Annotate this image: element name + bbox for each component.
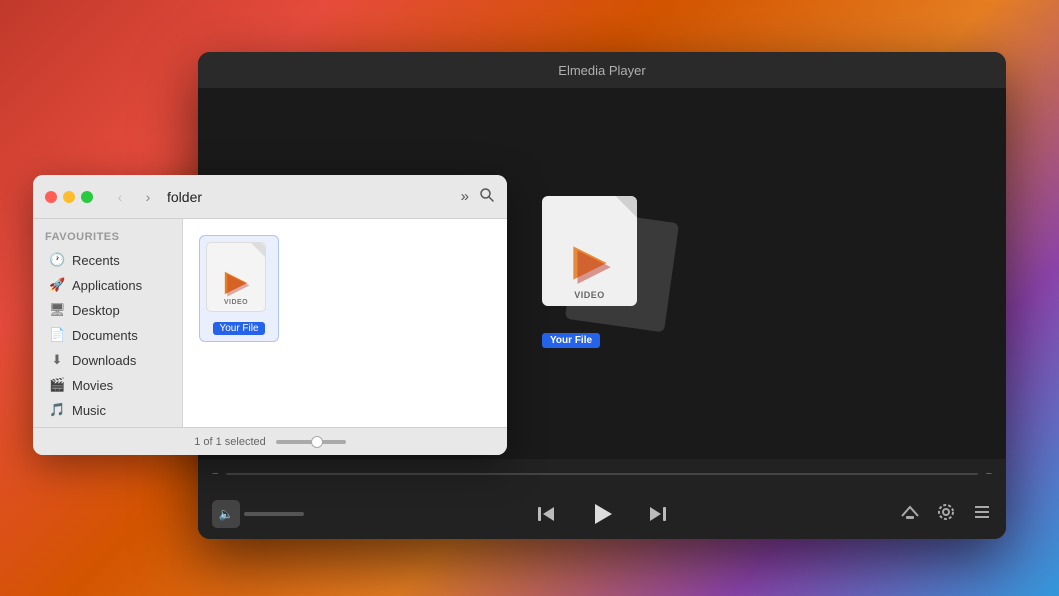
player-title: Elmedia Player bbox=[558, 63, 645, 78]
finder-titlebar: ‹ › folder » bbox=[33, 175, 507, 219]
play-icon bbox=[588, 500, 616, 528]
minimize-button[interactable] bbox=[63, 191, 75, 203]
gear-icon bbox=[936, 502, 956, 522]
finder-actions: » bbox=[461, 187, 495, 207]
file-item[interactable]: VIDEO Your File bbox=[199, 235, 279, 342]
volume-icon: 🔈 bbox=[219, 507, 234, 521]
sidebar-label-documents: Documents bbox=[72, 328, 138, 343]
center-controls bbox=[304, 498, 900, 530]
recents-icon: 🕐 bbox=[49, 252, 65, 268]
player-controls: − − 🔈 bbox=[198, 459, 1006, 539]
sidebar-label-recents: Recents bbox=[72, 253, 120, 268]
play-button[interactable] bbox=[586, 498, 618, 530]
maximize-button[interactable] bbox=[81, 191, 93, 203]
traffic-lights bbox=[45, 191, 93, 203]
search-icon bbox=[479, 187, 495, 203]
player-file-label: Your File bbox=[542, 333, 600, 348]
finder-statusbar: 1 of 1 selected bbox=[33, 427, 507, 455]
player-titlebar: Elmedia Player bbox=[198, 52, 1006, 88]
skip-forward-icon bbox=[647, 503, 669, 525]
finder-path: folder bbox=[167, 189, 202, 205]
sidebar-label-desktop: Desktop bbox=[72, 303, 120, 318]
applications-icon: 🚀 bbox=[49, 277, 65, 293]
sidebar-label-downloads: Downloads bbox=[72, 353, 136, 368]
volume-button[interactable]: 🔈 bbox=[212, 500, 240, 528]
desktop-icon: 🖥 bbox=[49, 302, 65, 318]
sidebar-item-music[interactable]: 🎵 Music bbox=[37, 398, 178, 422]
downloads-icon: ⬇ bbox=[49, 352, 65, 368]
finder-body: Favourites 🕐 Recents 🚀 Applications 🖥 De… bbox=[33, 219, 507, 427]
sidebar-item-desktop[interactable]: 🖥 Desktop bbox=[37, 298, 178, 322]
playlist-icon bbox=[972, 502, 992, 522]
documents-icon: 📄 bbox=[49, 327, 65, 343]
progress-track[interactable] bbox=[226, 473, 977, 475]
elmedia-small-logo-icon bbox=[220, 267, 252, 299]
forward-button[interactable]: › bbox=[137, 186, 159, 208]
sidebar-item-applications[interactable]: 🚀 Applications bbox=[37, 273, 178, 297]
file-area: VIDEO Your File bbox=[183, 219, 507, 427]
file-icon-large: VIDEO Your File bbox=[542, 196, 662, 326]
music-icon: 🎵 bbox=[49, 402, 65, 418]
player-file-icon: VIDEO Your File bbox=[542, 196, 662, 326]
file-fold-corner bbox=[251, 243, 265, 257]
file-type-label: VIDEO bbox=[574, 290, 605, 300]
right-controls bbox=[900, 502, 992, 527]
airplay-icon bbox=[900, 502, 920, 522]
close-button[interactable] bbox=[45, 191, 57, 203]
file-corner bbox=[615, 196, 637, 218]
size-slider-thumb bbox=[311, 436, 323, 448]
sidebar-item-downloads[interactable]: ⬇ Downloads bbox=[37, 348, 178, 372]
sidebar-item-documents[interactable]: 📄 Documents bbox=[37, 323, 178, 347]
finder-window: ‹ › folder » Favourites 🕐 Recents 🚀 bbox=[33, 175, 507, 455]
progress-bar-area: − − bbox=[198, 459, 1006, 489]
volume-section: 🔈 bbox=[212, 500, 304, 528]
file-icon: VIDEO bbox=[206, 242, 272, 318]
back-button[interactable]: ‹ bbox=[109, 186, 131, 208]
file-type-small: VIDEO bbox=[224, 299, 248, 306]
elmedia-logo-icon bbox=[565, 238, 615, 288]
sidebar-item-movies[interactable]: 🎬 Movies bbox=[37, 373, 178, 397]
sidebar-label-movies: Movies bbox=[72, 378, 113, 393]
controls-row: 🔈 bbox=[198, 489, 1006, 539]
settings-button[interactable] bbox=[936, 502, 956, 527]
favourites-label: Favourites bbox=[33, 229, 182, 247]
file-name-badge: Your File bbox=[213, 322, 264, 335]
movies-icon: 🎬 bbox=[49, 377, 65, 393]
search-button[interactable] bbox=[479, 187, 495, 207]
finder-nav: ‹ › bbox=[109, 186, 159, 208]
sidebar-label-applications: Applications bbox=[72, 278, 142, 293]
sidebar-item-recents[interactable]: 🕐 Recents bbox=[37, 248, 178, 272]
file-body: VIDEO bbox=[206, 242, 266, 312]
file-icon-main: VIDEO bbox=[542, 196, 637, 306]
airplay-button[interactable] bbox=[900, 502, 920, 527]
skip-back-icon bbox=[535, 503, 557, 525]
playlist-button[interactable] bbox=[972, 502, 992, 527]
file-grid: VIDEO Your File bbox=[199, 235, 491, 411]
progress-time-left: − bbox=[212, 468, 218, 480]
selection-status: 1 of 1 selected bbox=[194, 436, 266, 448]
icon-size-slider[interactable] bbox=[276, 440, 346, 444]
prev-button[interactable] bbox=[530, 498, 562, 530]
finder-sidebar: Favourites 🕐 Recents 🚀 Applications 🖥 De… bbox=[33, 219, 183, 427]
volume-slider[interactable] bbox=[244, 512, 304, 516]
sidebar-label-music: Music bbox=[72, 403, 106, 418]
next-button[interactable] bbox=[642, 498, 674, 530]
progress-time-right: − bbox=[986, 468, 992, 480]
more-views-button[interactable]: » bbox=[461, 188, 469, 205]
